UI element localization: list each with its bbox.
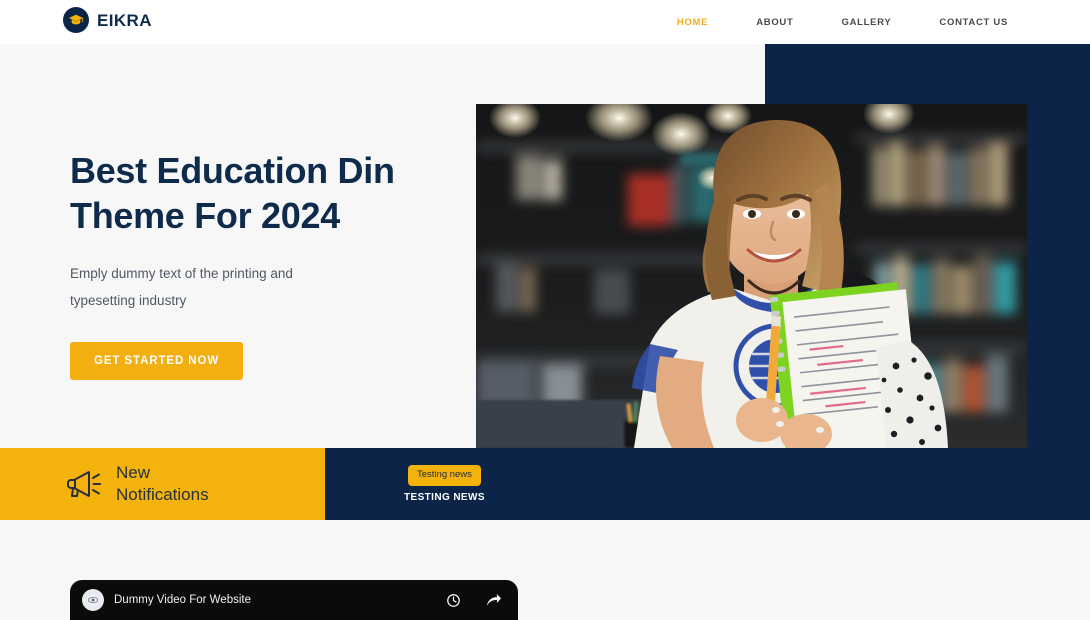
hero-title-line-1: Best Education Din [70,150,395,191]
notifications-ticker-block: Testing news TESTING NEWS [325,448,1090,520]
notifications-label-block: New Notifications [0,448,325,520]
hero-title-line-2: Theme For 2024 [70,195,340,236]
graduation-cap-icon [63,7,89,33]
main-navigation: HOME ABOUT GALLERY CONTACT US [653,0,1032,44]
megaphone-icon [66,469,102,499]
channel-avatar-icon[interactable] [82,589,104,611]
landing-page: EIKRA HOME ABOUT GALLERY CONTACT US Best… [0,0,1090,620]
video-action-group [446,593,502,608]
page-title: Best Education Din Theme For 2024 [70,148,450,238]
brand-name: EIKRA [97,10,152,30]
nav-item-contact-us[interactable]: CONTACT US [915,17,1032,28]
hero-photo [476,104,1027,448]
notifications-title-line-2: Notifications [116,485,209,504]
nav-item-about[interactable]: ABOUT [732,17,817,28]
video-title[interactable]: Dummy Video For Website [114,594,436,606]
news-ticker-item: Testing news TESTING NEWS [404,465,485,503]
nav-item-gallery[interactable]: GALLERY [817,17,915,28]
video-player[interactable]: Dummy Video For Website [70,580,518,620]
notifications-title-line-1: New [116,463,151,482]
site-header: EIKRA HOME ABOUT GALLERY CONTACT US [0,0,1090,44]
hero-copy: Best Education Din Theme For 2024 Emply … [70,148,450,380]
clock-icon[interactable] [446,593,461,608]
brand-logo[interactable]: EIKRA [63,7,152,33]
notifications-title: New Notifications [116,462,209,506]
video-top-bar: Dummy Video For Website [70,580,518,620]
share-arrow-icon[interactable] [485,593,502,608]
notifications-bar: New Notifications Testing news TESTING N… [0,448,1090,520]
hero-subtitle: Emply dummy text of the printing and typ… [70,266,293,308]
news-headline-link[interactable]: TESTING NEWS [404,492,485,503]
get-started-button[interactable]: GET STARTED NOW [70,342,244,380]
status-badge[interactable]: Testing news [408,465,481,486]
hero-section: Best Education Din Theme For 2024 Emply … [0,44,1090,448]
nav-item-home[interactable]: HOME [653,17,732,28]
